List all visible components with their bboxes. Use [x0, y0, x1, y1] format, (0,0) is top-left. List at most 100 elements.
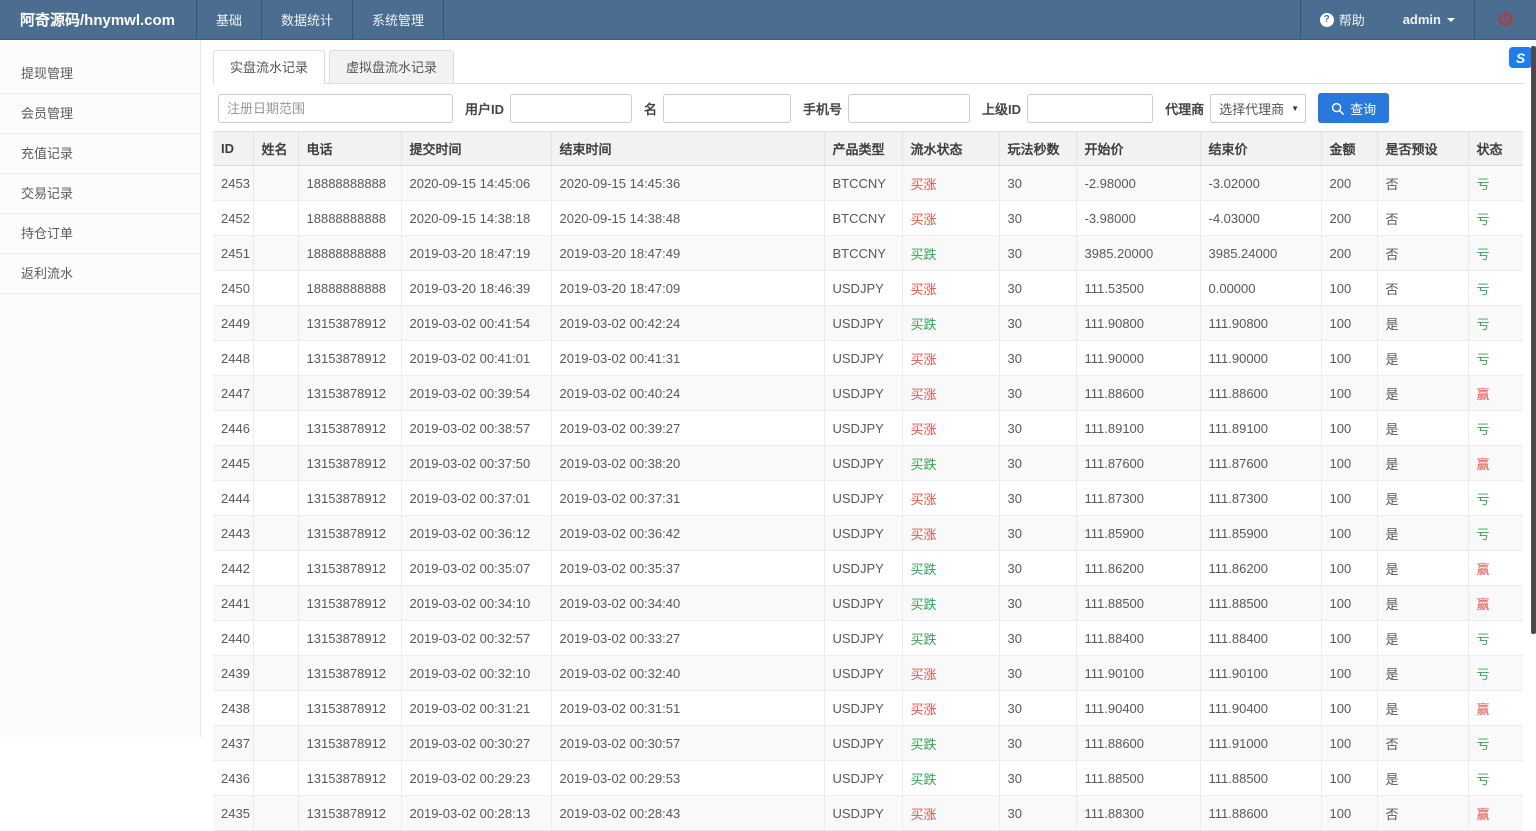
table-cell: 赢: [1467, 690, 1523, 726]
table-cell: 买跌: [901, 760, 1000, 796]
extension-badge[interactable]: S: [1509, 47, 1532, 68]
table-cell: [252, 305, 299, 341]
table-cell: 2436: [213, 760, 254, 796]
table-cell: 亏: [1467, 200, 1523, 236]
table-cell: 111.88500: [1075, 585, 1201, 621]
table-cell: 100: [1320, 270, 1378, 306]
table-cell: 2019-03-02 00:38:57: [400, 410, 552, 446]
table-cell: 30: [998, 410, 1077, 446]
parent-id-input[interactable]: [1027, 93, 1154, 123]
sidebar-item-recharge[interactable]: 充值记录: [0, 134, 200, 174]
tab-virtual-records[interactable]: 虚拟盘流水记录: [329, 50, 455, 83]
sidebar-item-members[interactable]: 会员管理: [0, 94, 200, 134]
table-cell: 2020-09-15 14:38:48: [550, 200, 825, 236]
sidebar-item-withdraw[interactable]: 提现管理: [0, 54, 200, 94]
table-cell: 2019-03-20 18:47:49: [550, 235, 825, 271]
table-cell: [252, 375, 299, 411]
table-cell: 100: [1320, 585, 1378, 621]
table-cell: 30: [998, 375, 1077, 411]
agent-select[interactable]: 选择代理商 ▼: [1210, 93, 1307, 123]
table-cell: 30: [998, 305, 1077, 341]
table-cell: 2435: [213, 795, 254, 831]
table-cell: 买跌: [901, 445, 1000, 481]
table-cell: 0.00000: [1199, 270, 1322, 306]
sidebar-item-trades[interactable]: 交易记录: [0, 174, 200, 214]
table-cell: 111.88500: [1075, 760, 1201, 796]
table-cell: 否: [1376, 200, 1469, 236]
table-cell: USDJPY: [823, 620, 903, 656]
user-id-input[interactable]: [510, 93, 633, 123]
navbar-divider: [443, 0, 445, 39]
sidebar-item-positions[interactable]: 持仓订单: [0, 214, 200, 254]
table-row: 2453 18888888888 2020-09-15 14:45:06 2020-0…: [213, 165, 1523, 201]
table-cell: 3985.20000: [1075, 235, 1201, 271]
table-cell: 111.87600: [1199, 445, 1322, 481]
nav-item-system[interactable]: 系统管理: [353, 0, 443, 39]
table-cell: 2019-03-02 00:29:23: [400, 760, 552, 796]
sidebar-item-rebate[interactable]: 返利流水: [0, 254, 200, 294]
table-cell: 亏: [1467, 165, 1523, 201]
table-cell: 是: [1376, 480, 1469, 516]
main-content: 实盘流水记录 虚拟盘流水记录 用户ID 名 手机号 上级ID 代理商 选择代理商…: [202, 41, 1536, 831]
table-cell: 18888888888: [297, 235, 402, 271]
table-cell: 否: [1376, 725, 1469, 761]
table-cell: 2019-03-02 00:37:01: [400, 480, 552, 516]
table-cell: 30: [998, 515, 1077, 551]
name-input[interactable]: [663, 93, 792, 123]
table-cell: 2445: [213, 445, 254, 481]
table-cell: USDJPY: [823, 655, 903, 691]
table-cell: 30: [998, 200, 1077, 236]
column-header: 状态: [1467, 131, 1523, 166]
table-cell: 18888888888: [297, 270, 402, 306]
tab-real-records[interactable]: 实盘流水记录: [213, 50, 326, 84]
vertical-scrollbar[interactable]: [1531, 46, 1536, 634]
table-cell: 100: [1320, 410, 1378, 446]
table-cell: 2443: [213, 515, 254, 551]
table-cell: 买涨: [901, 270, 1000, 306]
table-cell: 200: [1320, 235, 1378, 271]
table-cell: 100: [1320, 760, 1378, 796]
table-cell: 111.89100: [1075, 410, 1201, 446]
table-cell: 13153878912: [297, 725, 402, 761]
table-row: 2443 13153878912 2019-03-02 00:36:12 2019-0…: [213, 515, 1523, 551]
agent-select-value: 选择代理商: [1219, 101, 1285, 117]
column-header: 提交时间: [400, 131, 552, 166]
table-cell: [252, 480, 299, 516]
table-cell: 亏: [1467, 515, 1523, 551]
table-row: 2452 18888888888 2020-09-15 14:38:18 2020-0…: [213, 200, 1523, 236]
table-cell: 亏: [1467, 340, 1523, 376]
phone-input[interactable]: [848, 93, 971, 123]
table-cell: [252, 515, 299, 551]
chevron-down-icon: [1447, 17, 1455, 22]
table-cell: 30: [998, 655, 1077, 691]
table-row: 2442 13153878912 2019-03-02 00:35:07 2019-0…: [213, 550, 1523, 586]
nav-item-statistics[interactable]: 数据统计: [262, 0, 352, 39]
table-cell: 111.88600: [1199, 375, 1322, 411]
table-cell: 111.90400: [1199, 690, 1322, 726]
table-cell: 亏: [1467, 235, 1523, 271]
table-cell: 买涨: [901, 165, 1000, 201]
table-row: 2450 18888888888 2019-03-20 18:46:39 2019-0…: [213, 270, 1523, 306]
date-range-input[interactable]: [218, 93, 453, 123]
help-button[interactable]: ? 帮助: [1301, 0, 1384, 39]
table-cell: 是: [1376, 620, 1469, 656]
table-cell: 100: [1320, 305, 1378, 341]
table-cell: USDJPY: [823, 375, 903, 411]
table-cell: [252, 445, 299, 481]
table-cell: 30: [998, 235, 1077, 271]
table-cell: 2440: [213, 620, 254, 656]
table-cell: 13153878912: [297, 655, 402, 691]
table-cell: 2019-03-02 00:40:24: [550, 375, 825, 411]
table-cell: 111.90100: [1075, 655, 1201, 691]
table-cell: 赢: [1467, 445, 1523, 481]
nav-item-basic[interactable]: 基础: [197, 0, 261, 39]
user-menu[interactable]: admin: [1384, 0, 1474, 39]
table-cell: 18888888888: [297, 200, 402, 236]
logout-button[interactable]: [1475, 0, 1536, 39]
table-cell: 2020-09-15 14:45:06: [400, 165, 552, 201]
table-cell: 赢: [1467, 550, 1523, 586]
table-cell: 2020-09-15 14:38:18: [400, 200, 552, 236]
search-button[interactable]: 查询: [1318, 93, 1390, 123]
table-cell: 是: [1376, 410, 1469, 446]
table-cell: 否: [1376, 270, 1469, 306]
